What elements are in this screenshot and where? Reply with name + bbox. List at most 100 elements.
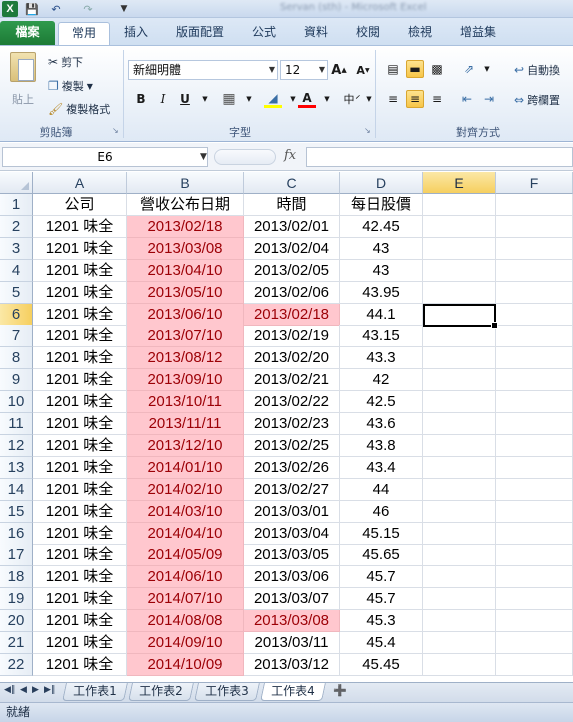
cell[interactable]: [496, 434, 573, 457]
redo-icon[interactable]: ↷: [80, 1, 96, 17]
company-cell[interactable]: 1201 味全: [33, 259, 127, 282]
company-cell[interactable]: 1201 味全: [33, 478, 127, 501]
company-cell[interactable]: 1201 味全: [33, 303, 127, 326]
company-cell[interactable]: 1201 味全: [33, 325, 127, 348]
insert-function-icon[interactable]: fx: [284, 148, 296, 163]
cell[interactable]: [423, 325, 496, 348]
price-cell[interactable]: 43: [340, 237, 423, 260]
tab-insert[interactable]: 插入: [120, 22, 152, 45]
revenue-date-cell[interactable]: 2013/02/18: [127, 215, 244, 238]
revenue-date-cell[interactable]: 2013/03/08: [127, 237, 244, 260]
price-cell[interactable]: 45.7: [340, 566, 423, 589]
merge-center-button[interactable]: ⇔ 跨欄置: [514, 92, 560, 108]
revenue-date-cell[interactable]: 2013/10/11: [127, 391, 244, 414]
cell[interactable]: [423, 347, 496, 370]
time-cell[interactable]: 2013/03/04: [244, 522, 340, 545]
row-header[interactable]: 22: [0, 653, 33, 676]
last-sheet-icon[interactable]: ▶‖: [44, 685, 55, 695]
first-sheet-icon[interactable]: ◀‖: [4, 685, 15, 695]
time-cell[interactable]: 2013/03/06: [244, 566, 340, 589]
bold-button[interactable]: B: [132, 90, 150, 108]
company-cell[interactable]: 1201 味全: [33, 522, 127, 545]
customize-quick-access-icon[interactable]: ▼: [116, 1, 132, 17]
name-box[interactable]: E6: [2, 147, 208, 167]
row-header[interactable]: 11: [0, 413, 33, 435]
row-header[interactable]: 15: [0, 500, 33, 523]
font-color-dropdown-icon[interactable]: ▼: [318, 90, 336, 108]
cell[interactable]: [423, 500, 496, 523]
cell[interactable]: [423, 456, 496, 479]
cell[interactable]: [496, 500, 573, 523]
row-header[interactable]: 10: [0, 391, 33, 414]
time-cell[interactable]: 2013/03/08: [244, 610, 340, 633]
row-header[interactable]: 12: [0, 434, 33, 457]
cell[interactable]: [496, 413, 573, 435]
company-cell[interactable]: 1201 味全: [33, 434, 127, 457]
tab-home[interactable]: 常用: [58, 22, 110, 45]
revenue-date-cell[interactable]: 2014/08/08: [127, 610, 244, 633]
cell[interactable]: [496, 303, 573, 326]
align-left-icon[interactable]: ≡: [384, 90, 402, 108]
prev-sheet-icon[interactable]: ◀: [20, 685, 27, 695]
clipboard-launcher-icon[interactable]: ↘: [112, 126, 119, 135]
revenue-date-cell[interactable]: 2014/09/10: [127, 632, 244, 654]
align-right-icon[interactable]: ≡: [428, 90, 446, 108]
revenue-date-cell[interactable]: 2013/07/10: [127, 325, 244, 348]
worksheet-grid[interactable]: A B C D E F 1 公司 營收公布日期 時間 每日股價 2 1201 味全 2013/02/18 2…: [0, 172, 573, 682]
company-cell[interactable]: 1201 味全: [33, 544, 127, 567]
cell[interactable]: [423, 610, 496, 633]
sheet-tab[interactable]: 工作表1: [62, 683, 128, 701]
cell[interactable]: [496, 456, 573, 479]
tab-view[interactable]: 檢視: [404, 22, 436, 45]
cell[interactable]: [423, 588, 496, 611]
company-cell[interactable]: 1201 味全: [33, 610, 127, 633]
company-cell[interactable]: 1201 味全: [33, 347, 127, 370]
orientation-dropdown-icon[interactable]: ▼: [478, 60, 496, 78]
company-cell[interactable]: 1201 味全: [33, 281, 127, 304]
sheet-tab[interactable]: 工作表3: [194, 683, 260, 701]
company-cell[interactable]: 1201 味全: [33, 391, 127, 414]
revenue-date-cell[interactable]: 2014/02/10: [127, 478, 244, 501]
cell[interactable]: [496, 347, 573, 370]
column-header-c[interactable]: C: [244, 172, 340, 194]
row-header[interactable]: 19: [0, 588, 33, 611]
cell[interactable]: [423, 259, 496, 282]
revenue-date-cell[interactable]: 2013/11/11: [127, 413, 244, 435]
cell[interactable]: [496, 478, 573, 501]
price-cell[interactable]: 46: [340, 500, 423, 523]
font-launcher-icon[interactable]: ↘: [364, 126, 371, 135]
row-header[interactable]: 18: [0, 566, 33, 589]
price-cell[interactable]: 42.45: [340, 215, 423, 238]
revenue-date-cell[interactable]: 2013/06/10: [127, 303, 244, 326]
excel-app-icon[interactable]: X: [2, 1, 18, 17]
row-header[interactable]: 17: [0, 544, 33, 567]
price-cell[interactable]: 43.3: [340, 347, 423, 370]
cell[interactable]: [423, 478, 496, 501]
column-header-a[interactable]: A: [33, 172, 127, 194]
font-size-select[interactable]: 12 ▼: [280, 60, 328, 80]
time-cell[interactable]: 2013/02/01: [244, 215, 340, 238]
paste-button[interactable]: 貼上: [6, 52, 40, 116]
font-name-select[interactable]: 新細明體 ▼: [128, 60, 278, 80]
copy-button[interactable]: ❐ 複製 ▼: [48, 78, 93, 94]
cell[interactable]: [423, 413, 496, 435]
row-header[interactable]: 7: [0, 325, 33, 348]
align-middle-icon[interactable]: ▬: [406, 60, 424, 78]
time-cell[interactable]: 2013/02/18: [244, 303, 340, 326]
price-cell[interactable]: 45.4: [340, 632, 423, 654]
time-cell[interactable]: 2013/03/12: [244, 653, 340, 676]
revenue-date-cell[interactable]: 2013/05/10: [127, 281, 244, 304]
time-cell[interactable]: 2013/03/07: [244, 588, 340, 611]
company-cell[interactable]: 1201 味全: [33, 566, 127, 589]
wrap-text-button[interactable]: ↩ 自動換: [514, 62, 560, 78]
time-cell[interactable]: 2013/02/20: [244, 347, 340, 370]
company-cell[interactable]: 1201 味全: [33, 588, 127, 611]
revenue-date-cell[interactable]: 2014/10/09: [127, 653, 244, 676]
undo-icon[interactable]: ↶: [48, 1, 64, 17]
company-cell[interactable]: 1201 味全: [33, 237, 127, 260]
row-header[interactable]: 21: [0, 632, 33, 654]
align-top-icon[interactable]: ▤: [384, 60, 402, 78]
tab-file[interactable]: 檔案: [0, 21, 55, 45]
company-cell[interactable]: 1201 味全: [33, 456, 127, 479]
column-header-e[interactable]: E: [423, 172, 496, 194]
